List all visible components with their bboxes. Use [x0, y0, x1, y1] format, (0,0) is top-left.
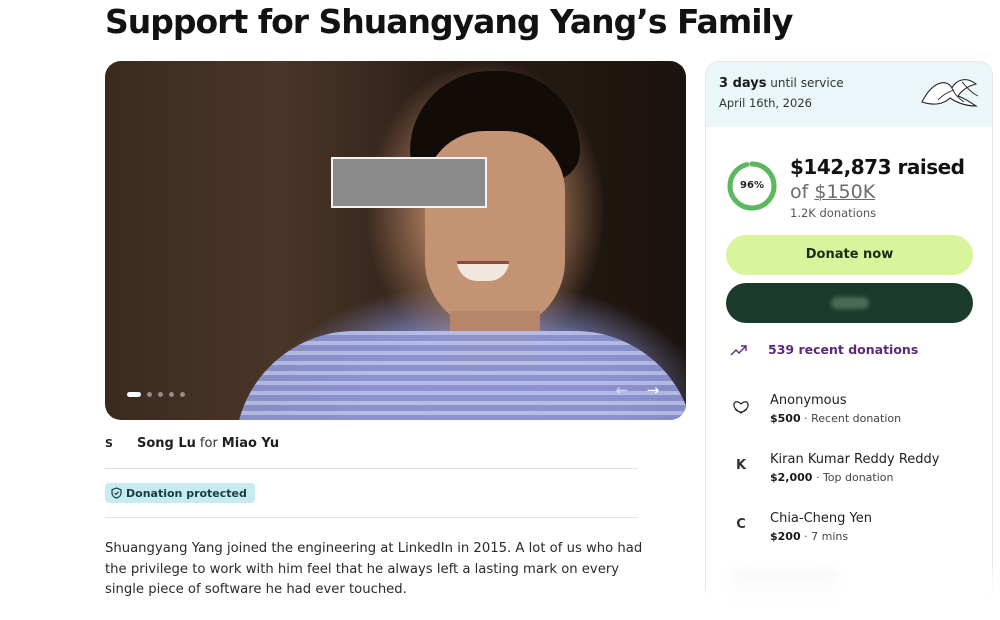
photo-carousel[interactable]: ← → [105, 61, 686, 420]
donor-name: Chia-Cheng Yen [770, 511, 872, 526]
trending-up-icon [730, 344, 747, 355]
donor-note: · Top donation [812, 471, 894, 484]
donor-amount: $500 [770, 412, 801, 425]
donor-amount: $200 [770, 530, 801, 543]
progress-percent: 96% [740, 180, 764, 191]
of-label: of [790, 181, 809, 203]
redaction-box [331, 157, 487, 208]
beneficiary-name[interactable]: Miao Yu [222, 436, 279, 451]
donor-note: · 7 mins [800, 530, 849, 543]
service-banner: 3 days until service April 16th, 2026 [706, 62, 992, 127]
fade-overlay [706, 560, 996, 620]
donor-amount: $2,000 [770, 471, 813, 484]
donor-meta: $200 · 7 mins [770, 530, 872, 543]
organizer-name[interactable]: Song Lu [137, 436, 196, 451]
heart-hands-icon [726, 399, 756, 419]
page-title: Support for Shuangyang Yang’s Family [105, 2, 793, 41]
carousel-dot[interactable] [169, 392, 174, 397]
donation-card: 3 days until service April 16th, 2026 96… [705, 61, 993, 601]
arrow-right-icon[interactable]: → [640, 377, 666, 403]
recent-donations-label: 539 recent donations [768, 342, 919, 357]
amount-raised: $142,873 raised [790, 155, 965, 179]
donate-now-button[interactable]: Donate now [726, 235, 973, 275]
divider [105, 468, 638, 469]
donations-count: 1.2K donations [790, 206, 877, 220]
carousel-dots [127, 392, 185, 397]
donor-item: K Kiran Kumar Reddy Reddy $2,000 · Top d… [726, 452, 940, 484]
donor-note: · Recent donation [800, 412, 902, 425]
divider [105, 517, 638, 518]
donor-meta: $2,000 · Top donation [770, 471, 939, 484]
donor-name: Anonymous [770, 393, 847, 408]
for-label: for [199, 436, 218, 451]
goal-amount: of $150K [790, 181, 875, 203]
badge-label: Donation protected [126, 486, 247, 500]
donor-item: Anonymous $500 · Recent donation [726, 393, 901, 425]
lily-flower-icon [921, 79, 979, 107]
carousel-dot-active[interactable] [127, 392, 141, 397]
progress-ring: 96% [726, 160, 778, 212]
carousel-dot[interactable] [158, 392, 163, 397]
donor-meta: $500 · Recent donation [770, 412, 901, 425]
shield-icon [111, 487, 122, 499]
donor-item: C Chia-Cheng Yen $200 · 7 mins [726, 511, 872, 543]
service-until: until service [770, 76, 844, 90]
blurred-label [830, 296, 869, 309]
donation-protected-badge[interactable]: Donation protected [105, 483, 255, 503]
photo-shirt [235, 331, 686, 420]
donor-avatar: C [736, 517, 746, 532]
organizer-line: S Song Lu for Miao Yu [105, 436, 279, 451]
carousel-dot[interactable] [147, 392, 152, 397]
share-button[interactable] [726, 283, 973, 323]
goal-value: $150K [814, 181, 876, 203]
recent-donations-link[interactable]: 539 recent donations [730, 342, 918, 357]
donor-name: Kiran Kumar Reddy Reddy [770, 452, 940, 467]
donor-avatar: K [735, 458, 747, 473]
organizer-avatar[interactable]: S [105, 437, 125, 450]
arrow-left-icon[interactable]: ← [609, 377, 635, 403]
story-text: Shuangyang Yang joined the engineering a… [105, 541, 643, 597]
service-days: 3 days [719, 76, 767, 91]
carousel-dot[interactable] [180, 392, 185, 397]
